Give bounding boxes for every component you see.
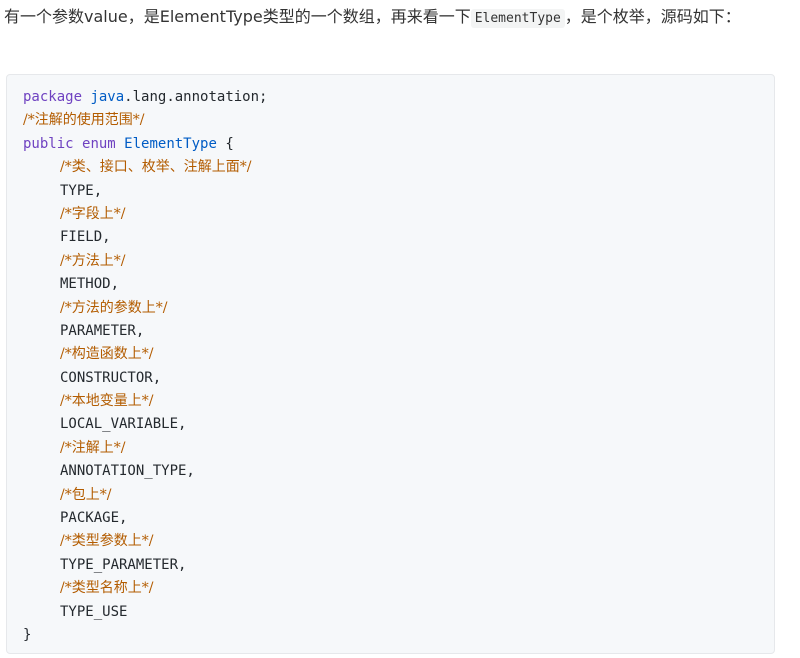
enum-value: ANNOTATION_TYPE,: [60, 463, 195, 480]
entry-comment: /*方法的参数上*/: [60, 299, 168, 316]
enum-name: ElementType: [124, 135, 217, 152]
enum-value: CONSTRUCTOR,: [60, 369, 162, 386]
enum-value: PARAMETER,: [60, 322, 145, 339]
enum-value: FIELD,: [60, 229, 111, 246]
entry-comment: /*类型参数上*/: [60, 533, 154, 550]
code-line-enum-value: TYPE_USE: [23, 601, 774, 624]
enum-value: TYPE_PARAMETER,: [60, 556, 187, 573]
package-root: java: [90, 89, 125, 105]
code-line-enum-value: PACKAGE,: [23, 507, 774, 530]
code-line-enum-value: LOCAL_VARIABLE,: [23, 413, 774, 436]
code-line-enum-declaration: public enum ElementType {: [23, 133, 774, 156]
inline-code-elementtype: ElementType: [470, 9, 565, 28]
code-line-closing-brace: }: [23, 624, 774, 647]
keyword-enum: enum: [82, 135, 116, 152]
entry-comment: /*本地变量上*/: [60, 393, 154, 410]
enum-value: LOCAL_VARIABLE,: [60, 416, 187, 433]
entry-comment: /*类型名称上*/: [60, 580, 154, 597]
package-rest: .lang.annotation;: [124, 89, 268, 105]
enum-value: TYPE_USE: [60, 603, 128, 620]
enum-value: TYPE,: [60, 182, 103, 199]
code-line-enum-value: CONSTRUCTOR,: [23, 367, 774, 390]
code-line-enum-value: FIELD,: [23, 226, 774, 249]
keyword-package: package: [23, 89, 83, 105]
intro-paragraph: 有一个参数value，是ElementType类型的一个数组，再来看一下 Elem…: [4, 4, 784, 32]
code-line-enum-value: ANNOTATION_TYPE,: [23, 460, 774, 483]
code-line-comment: /*字段上*/: [23, 203, 774, 226]
code-block: package java.lang.annotation; /*注解的使用范围*…: [6, 74, 775, 654]
code-line-enum-value: METHOD,: [23, 273, 774, 296]
code-line-enum-value: TYPE_PARAMETER,: [23, 554, 774, 577]
code-line-comment: /*注解上*/: [23, 437, 774, 460]
code-line-enum-value: TYPE,: [23, 180, 774, 203]
code-line-comment: /*类型参数上*/: [23, 530, 774, 553]
entry-comment: /*字段上*/: [60, 205, 126, 222]
code-line-comment: /*类、接口、枚举、注解上面*/: [23, 156, 774, 179]
entry-comment: /*包上*/: [60, 486, 112, 503]
code-line-comment: /*方法上*/: [23, 250, 774, 273]
enum-value: PACKAGE,: [60, 510, 128, 527]
code-line-enum-value: PARAMETER,: [23, 320, 774, 343]
code-line-comment: /*构造函数上*/: [23, 343, 774, 366]
code-line-package: package java.lang.annotation;: [23, 86, 774, 109]
open-brace: {: [216, 135, 234, 152]
entry-comment: /*构造函数上*/: [60, 346, 154, 363]
code-line-comment: /*方法的参数上*/: [23, 297, 774, 320]
intro-text-before: 有一个参数value，是ElementType类型的一个数组，再来看一下: [4, 7, 471, 26]
comment-usage: /*注解的使用范围*/: [23, 112, 145, 129]
entry-comment: /*注解上*/: [60, 439, 126, 456]
code-line-comment: /*类型名称上*/: [23, 577, 774, 600]
code-line-comment: /*本地变量上*/: [23, 390, 774, 413]
enum-value: METHOD,: [60, 276, 120, 293]
keyword-public: public: [23, 135, 74, 152]
closing-brace: }: [23, 626, 32, 643]
entry-comment: /*类、接口、枚举、注解上面*/: [60, 159, 252, 176]
intro-text-after: ，是个枚举，源码如下：: [564, 7, 741, 26]
code-line-comment: /*包上*/: [23, 484, 774, 507]
code-line-comment-usage: /*注解的使用范围*/: [23, 109, 774, 132]
entry-comment: /*方法上*/: [60, 252, 126, 269]
